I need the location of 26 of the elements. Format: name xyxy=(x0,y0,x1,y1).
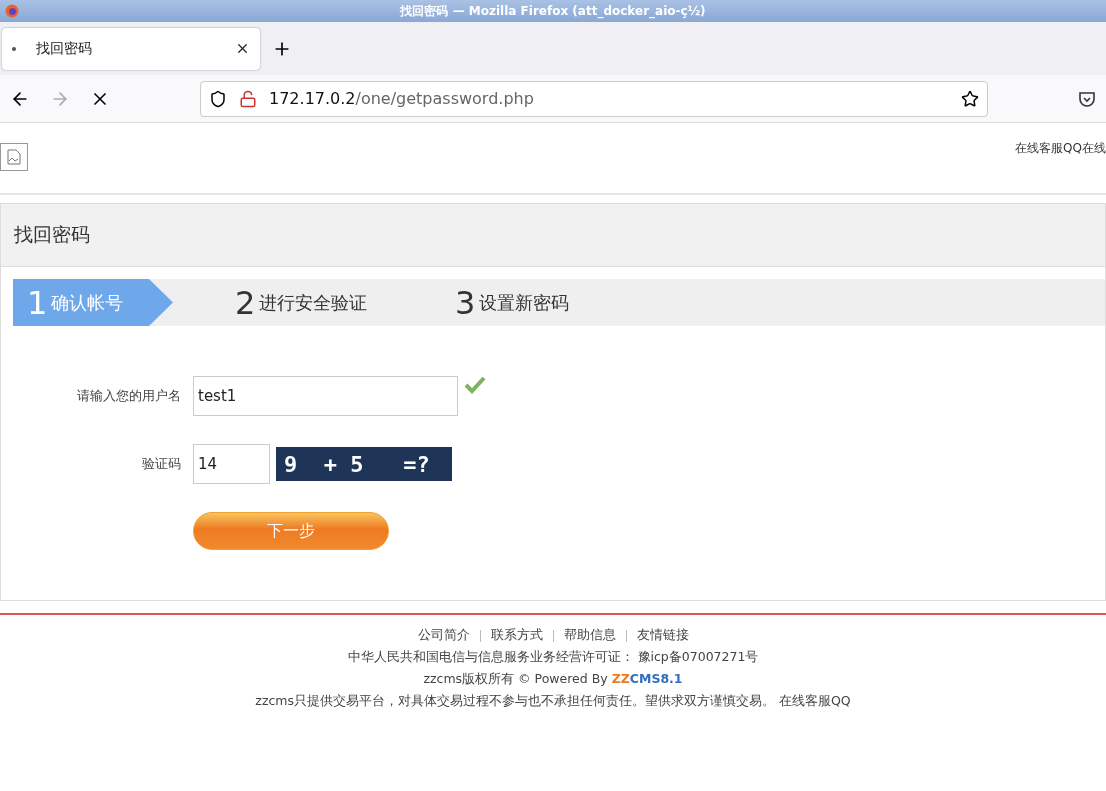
bookmark-star-icon[interactable] xyxy=(961,89,979,108)
field-label: 请输入您的用户名 xyxy=(76,387,181,405)
license-text: 中华人民共和国电信与信息服务业务经营许可证： 豫icp备07007271号 xyxy=(347,649,759,666)
copyright-text: zzcms版权所有 © Powered By ZZCMS8.1 xyxy=(423,671,683,688)
address-field[interactable]: 172.17.0.2/one/getpassword.php xyxy=(200,80,988,117)
footer-link[interactable]: 帮助信息 xyxy=(563,627,616,644)
tab-title: 找回密码 xyxy=(36,39,93,58)
captcha-field[interactable]: 14 xyxy=(193,444,270,484)
browser-tab[interactable]: 找回密码 xyxy=(2,27,260,70)
broken-image-icon xyxy=(0,143,28,171)
footer-link[interactable]: 联系方式 xyxy=(490,627,543,644)
close-icon[interactable] xyxy=(235,41,250,56)
panel-title: 找回密码 xyxy=(1,204,1105,267)
captcha-image: 9 + 5 =? xyxy=(276,447,452,481)
field-label: 验证码 xyxy=(141,455,181,473)
window-title: 找回密码 — Mozilla Firefox (att_docker_aio-ç½) xyxy=(0,0,1106,22)
username-field[interactable]: test1 xyxy=(193,376,458,416)
disclaimer-text: zzcms只提供交易平台，对具体交易过程不参与也不承担任何责任。望供求双方谨慎交易。 在线客服QQ xyxy=(255,693,851,710)
footer-link[interactable]: 公司简介 xyxy=(417,627,470,644)
browser-logo-icon xyxy=(5,4,19,18)
pocket-icon[interactable] xyxy=(1078,89,1096,108)
online-service-text: 在线客服QQ在线 xyxy=(1015,140,1106,157)
footer-link[interactable]: 友情链接 xyxy=(636,627,689,644)
insecure-lock-icon[interactable] xyxy=(239,89,257,108)
url-text: 172.17.0.2/one/getpassword.php xyxy=(269,89,535,108)
shield-icon[interactable] xyxy=(209,89,227,108)
